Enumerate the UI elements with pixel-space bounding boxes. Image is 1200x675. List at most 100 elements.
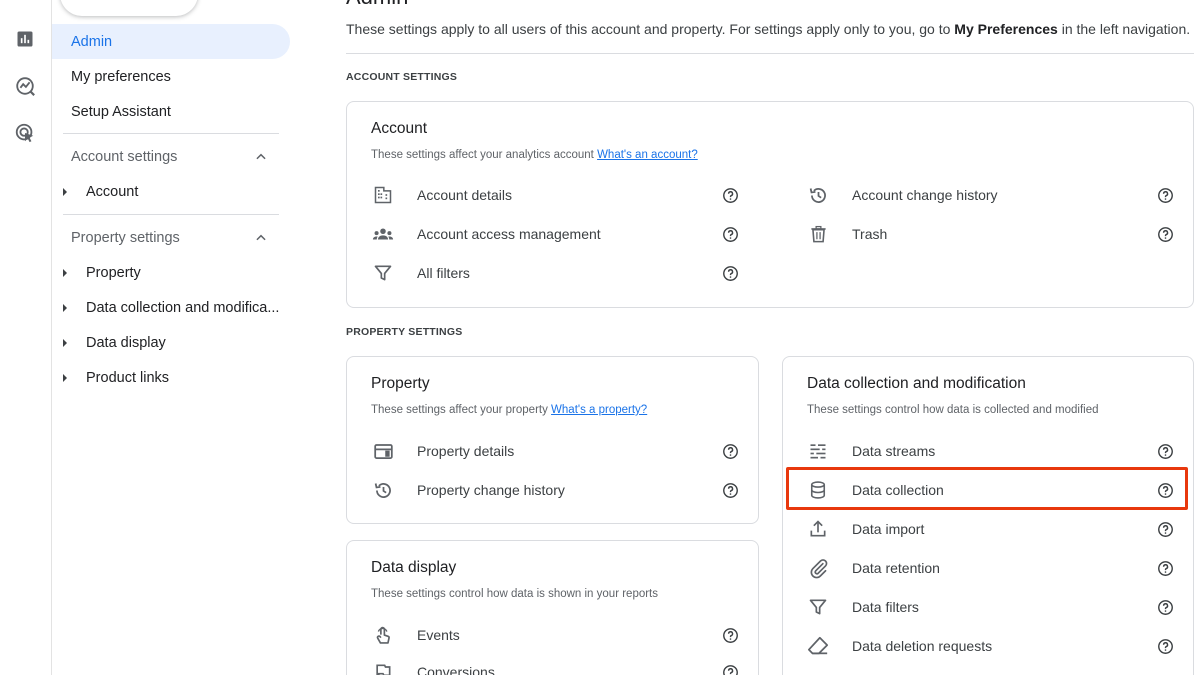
nav-divider bbox=[63, 133, 279, 134]
eraser-icon bbox=[806, 634, 830, 658]
card-title: Account bbox=[371, 120, 428, 137]
help-icon[interactable] bbox=[721, 186, 739, 204]
caret-right-icon bbox=[63, 268, 67, 277]
property-change-history-row[interactable]: Property change history bbox=[371, 472, 739, 508]
nav-item-product-links[interactable]: Product links bbox=[52, 360, 290, 395]
data-import-row[interactable]: Data import bbox=[806, 511, 1174, 547]
row-label: Property change history bbox=[417, 482, 565, 498]
help-icon[interactable] bbox=[1156, 481, 1174, 499]
nav-item-label: Data collection and modifica... bbox=[86, 299, 280, 316]
row-label: Data streams bbox=[852, 443, 936, 459]
icon-rail bbox=[0, 0, 52, 675]
nav-item-label: My preferences bbox=[71, 68, 171, 85]
nav-item-setup-assistant[interactable]: Setup Assistant bbox=[52, 94, 290, 129]
account-details-row[interactable]: Account details bbox=[371, 177, 739, 213]
intro-divider bbox=[346, 53, 1194, 54]
help-icon[interactable] bbox=[1156, 520, 1174, 538]
nav-section-label: Property settings bbox=[71, 229, 180, 246]
row-label: Data retention bbox=[852, 560, 940, 576]
account-change-history-row[interactable]: Account change history bbox=[806, 177, 1174, 213]
home-icon[interactable] bbox=[13, 0, 37, 14]
help-icon[interactable] bbox=[721, 663, 739, 675]
nav-item-label: Setup Assistant bbox=[71, 103, 171, 120]
nav-section-label: Account settings bbox=[71, 148, 178, 165]
help-icon[interactable] bbox=[1156, 637, 1174, 655]
whats-a-property-link[interactable]: What's a property? bbox=[551, 404, 647, 416]
row-label: Property details bbox=[417, 443, 515, 459]
nav-item-property[interactable]: Property bbox=[52, 255, 290, 290]
touch-icon bbox=[371, 623, 395, 647]
caret-right-icon bbox=[63, 187, 67, 196]
card-description: These settings affect your property What… bbox=[371, 404, 647, 416]
flag-icon bbox=[371, 660, 395, 675]
caret-right-icon bbox=[63, 303, 67, 312]
card-desc-text: These settings affect your property bbox=[371, 404, 552, 416]
property-details-row[interactable]: Property details bbox=[371, 433, 739, 469]
events-row[interactable]: Events bbox=[371, 617, 739, 653]
page-title: Admin bbox=[346, 0, 408, 10]
explore-icon[interactable] bbox=[13, 74, 37, 98]
data-filters-row[interactable]: Data filters bbox=[806, 589, 1174, 625]
caret-right-icon bbox=[63, 338, 67, 347]
row-label: Data deletion requests bbox=[852, 638, 993, 654]
nav-section-account-settings[interactable]: Account settings bbox=[52, 139, 290, 174]
row-label: Data import bbox=[852, 521, 925, 537]
upload-icon bbox=[806, 517, 830, 541]
card-title: Data display bbox=[371, 559, 457, 576]
nav-item-my-preferences[interactable]: My preferences bbox=[52, 59, 290, 94]
conversions-row[interactable]: Conversions bbox=[371, 654, 739, 675]
help-icon[interactable] bbox=[721, 481, 739, 499]
data-collection-row[interactable]: Data collection bbox=[806, 472, 1174, 508]
account-settings-heading: ACCOUNT SETTINGS bbox=[346, 71, 458, 83]
help-icon[interactable] bbox=[1156, 559, 1174, 577]
nav-item-label: Data display bbox=[86, 334, 166, 351]
data-display-card: Data display These settings control how … bbox=[346, 540, 759, 675]
data-collection-card: Data collection and modification These s… bbox=[782, 356, 1194, 675]
data-retention-row[interactable]: Data retention bbox=[806, 550, 1174, 586]
reports-icon[interactable] bbox=[13, 27, 37, 51]
row-label: Data filters bbox=[852, 599, 919, 615]
nav-item-label: Product links bbox=[86, 369, 170, 386]
row-label: All filters bbox=[417, 265, 470, 281]
filter-icon bbox=[806, 595, 830, 619]
data-deletion-requests-row[interactable]: Data deletion requests bbox=[806, 628, 1174, 664]
nav-item-data-display[interactable]: Data display bbox=[52, 325, 290, 360]
chevron-up-icon bbox=[254, 231, 268, 245]
advertising-icon[interactable] bbox=[13, 121, 37, 145]
all-filters-row[interactable]: All filters bbox=[371, 255, 739, 291]
help-icon[interactable] bbox=[1156, 225, 1174, 243]
admin-nav: Admin My preferences Setup Assistant Acc… bbox=[52, 0, 298, 675]
data-streams-icon bbox=[806, 439, 830, 463]
chevron-up-icon bbox=[254, 150, 268, 164]
building-icon bbox=[371, 183, 395, 207]
row-label: Account details bbox=[417, 187, 512, 203]
help-icon[interactable] bbox=[721, 442, 739, 460]
row-label: Account change history bbox=[852, 187, 998, 203]
data-streams-row[interactable]: Data streams bbox=[806, 433, 1174, 469]
trash-row[interactable]: Trash bbox=[806, 216, 1174, 252]
card-title: Property bbox=[371, 375, 430, 392]
help-icon[interactable] bbox=[1156, 442, 1174, 460]
row-label: Conversions bbox=[417, 664, 495, 675]
help-icon[interactable] bbox=[1156, 598, 1174, 616]
nav-item-admin[interactable]: Admin bbox=[52, 24, 290, 59]
account-access-management-row[interactable]: Account access management bbox=[371, 216, 739, 252]
create-button[interactable] bbox=[60, 0, 198, 16]
card-description: These settings affect your analytics acc… bbox=[371, 149, 698, 161]
nav-item-data-collection[interactable]: Data collection and modifica... bbox=[52, 290, 290, 325]
card-title: Data collection and modification bbox=[807, 375, 1026, 392]
nav-section-property-settings[interactable]: Property settings bbox=[52, 220, 290, 255]
intro-suffix: in the left navigation. bbox=[1057, 21, 1191, 37]
intro-prefix: These settings apply to all users of thi… bbox=[346, 21, 955, 37]
help-icon[interactable] bbox=[721, 225, 739, 243]
property-card: Property These settings affect your prop… bbox=[346, 356, 759, 524]
nav-divider bbox=[63, 214, 279, 215]
whats-an-account-link[interactable]: What's an account? bbox=[597, 149, 698, 161]
help-icon[interactable] bbox=[721, 626, 739, 644]
help-icon[interactable] bbox=[1156, 186, 1174, 204]
nav-item-account[interactable]: Account bbox=[52, 174, 290, 209]
account-card: Account These settings affect your analy… bbox=[346, 101, 1194, 308]
card-description: These settings control how data is colle… bbox=[807, 404, 1099, 416]
help-icon[interactable] bbox=[721, 264, 739, 282]
row-label: Data collection bbox=[852, 482, 944, 498]
